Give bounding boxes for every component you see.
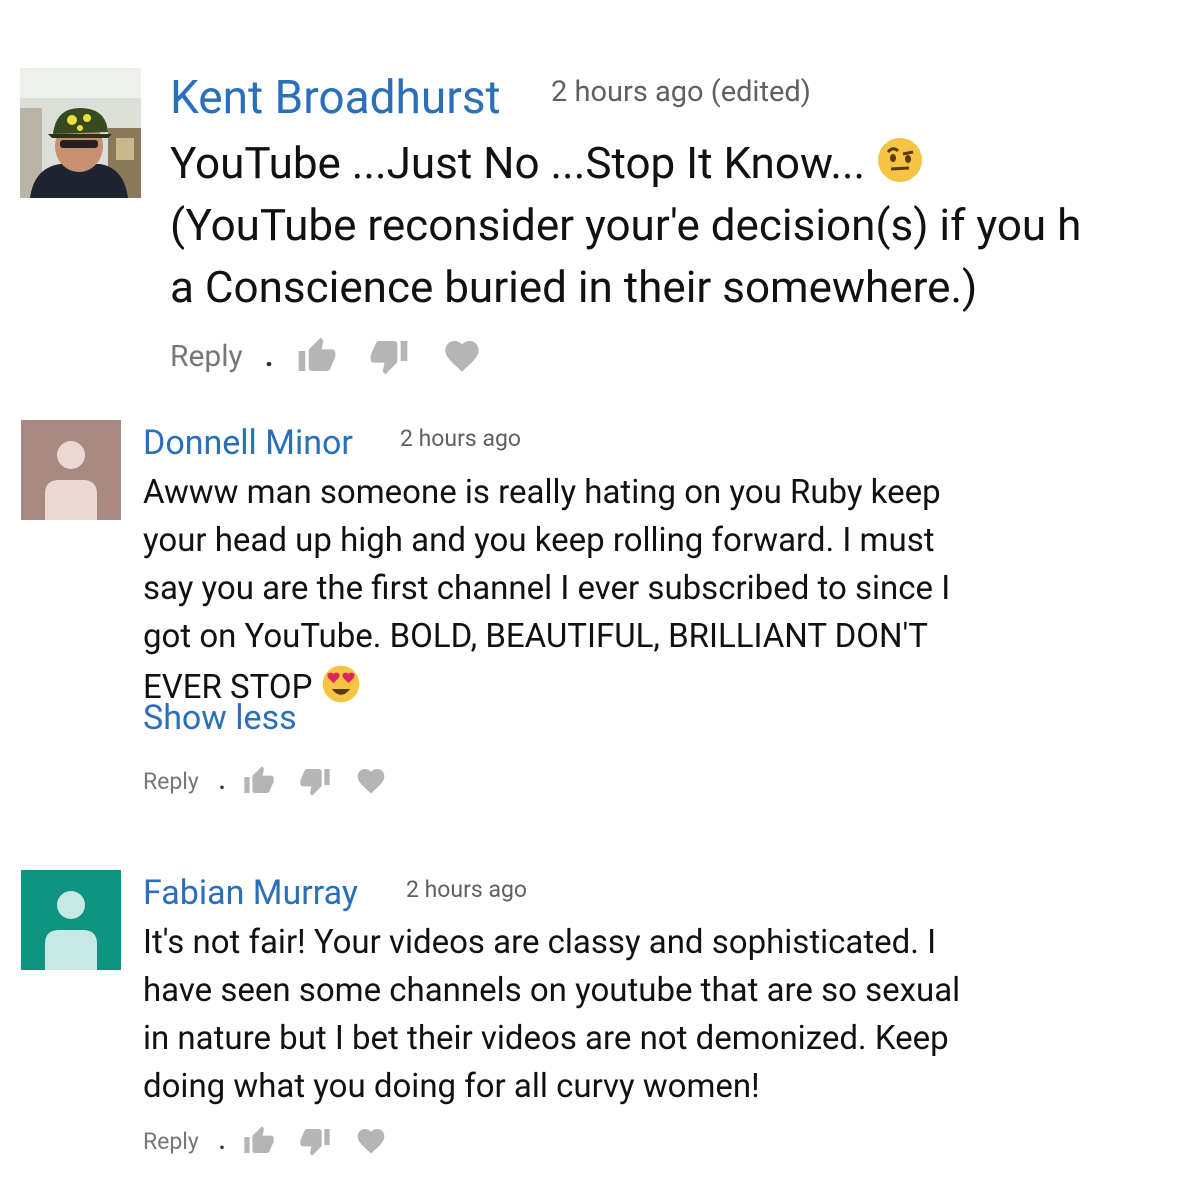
- comment-author[interactable]: Kent Broadhurst: [170, 70, 501, 126]
- avatar[interactable]: [21, 420, 121, 520]
- heart-icon[interactable]: [355, 1125, 387, 1157]
- default-avatar-icon: [45, 441, 97, 520]
- heart-icon[interactable]: [441, 336, 483, 376]
- comment-timestamp: 2 hours ago (edited): [551, 75, 811, 109]
- like-icon[interactable]: [297, 336, 337, 376]
- separator-dot: .: [218, 1127, 226, 1155]
- reply-button[interactable]: Reply: [170, 339, 243, 374]
- comment-text: have seen some channels on youtube that …: [143, 971, 961, 1010]
- heart-icon[interactable]: [355, 765, 387, 797]
- comment-actions: Reply .: [143, 763, 387, 799]
- separator-dot: .: [264, 338, 274, 374]
- comment-author[interactable]: Fabian Murray: [143, 872, 358, 914]
- comment-text: a Conscience buried in their somewhere.): [170, 261, 978, 313]
- comment-actions: Reply .: [170, 334, 483, 378]
- comment-text: YouTube ...Just No ...Stop It Know...: [170, 137, 866, 189]
- comment-text: got on YouTube. BOLD, BEAUTIFUL, BRILLIA…: [143, 617, 928, 656]
- show-less-link[interactable]: Show less: [143, 697, 297, 739]
- comment-timestamp: 2 hours ago: [400, 425, 522, 452]
- comment-actions: Reply .: [143, 1123, 387, 1159]
- comment-text: in nature but I bet their videos are not…: [143, 1019, 949, 1058]
- raised-eyebrow-emoji-icon: [876, 136, 924, 196]
- heart-eyes-emoji-icon: [321, 664, 361, 715]
- dislike-icon[interactable]: [369, 336, 409, 376]
- like-icon[interactable]: [243, 765, 275, 797]
- reply-button[interactable]: Reply: [143, 1128, 199, 1155]
- separator-dot: .: [218, 767, 226, 795]
- comment-timestamp: 2 hours ago: [406, 876, 528, 903]
- avatar[interactable]: [20, 68, 141, 198]
- comment-text: (YouTube reconsider your'e decision(s) i…: [170, 199, 1082, 251]
- comment-text: say you are the first channel I ever sub…: [143, 569, 951, 608]
- like-icon[interactable]: [243, 1125, 275, 1157]
- comment-text: your head up high and you keep rolling f…: [143, 521, 935, 560]
- avatar[interactable]: [21, 870, 121, 970]
- dislike-icon[interactable]: [299, 1125, 331, 1157]
- default-avatar-icon: [45, 891, 97, 970]
- dislike-icon[interactable]: [299, 765, 331, 797]
- comment-author[interactable]: Donnell Minor: [143, 422, 353, 464]
- comment-text: doing what you doing for all curvy women…: [143, 1067, 760, 1106]
- comment-text: It's not fair! Your videos are classy an…: [143, 923, 937, 962]
- comment-text-line: YouTube ...Just No ...Stop It Know...: [170, 136, 924, 196]
- comment-text: Awww man someone is really hating on you…: [143, 473, 941, 512]
- reply-button[interactable]: Reply: [143, 768, 199, 795]
